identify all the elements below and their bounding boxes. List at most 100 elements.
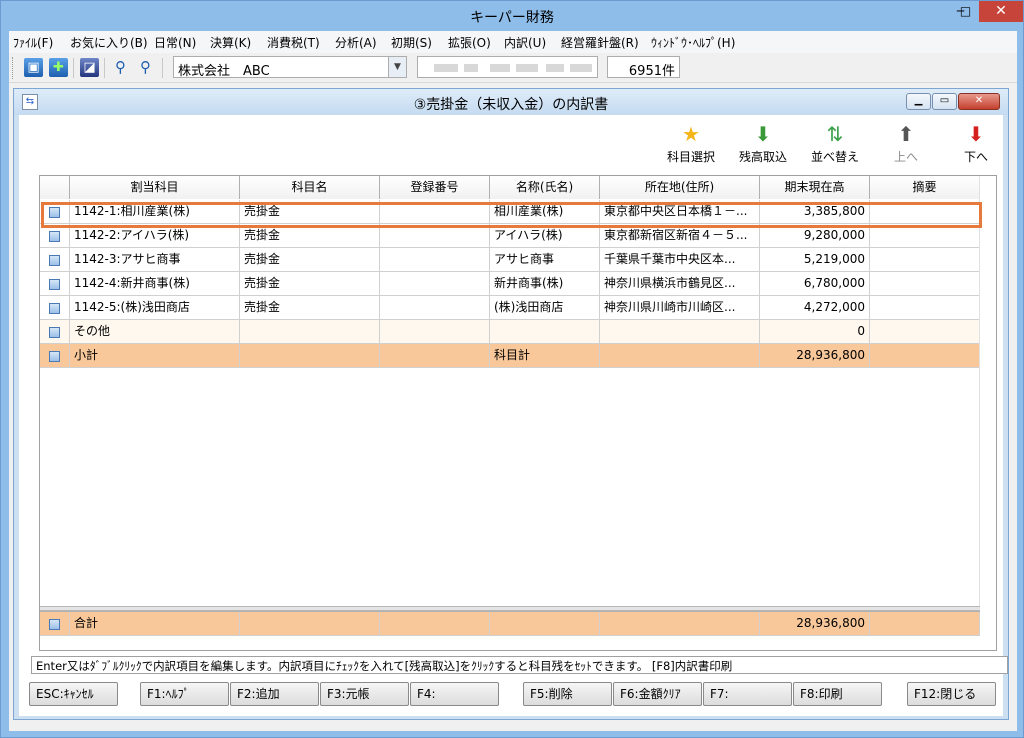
total-row[interactable]: 合計 28,936,800 xyxy=(40,611,980,636)
cell-note[interactable] xyxy=(870,344,980,368)
cell-note[interactable] xyxy=(870,224,980,248)
cell-assign[interactable]: 1142-2:アイハラ(株) xyxy=(70,224,240,248)
menu-analysis[interactable]: 分析(A) xyxy=(335,34,377,51)
cell-address[interactable]: 神奈川県川崎市川崎区... xyxy=(600,296,760,320)
row-checkbox[interactable] xyxy=(40,200,70,224)
menu-compass[interactable]: 経営羅針盤(R) xyxy=(561,34,639,51)
zoom-in-icon[interactable]: ⚲ xyxy=(111,58,130,77)
cell-subject[interactable] xyxy=(240,320,380,344)
menu-file[interactable]: ﾌｧｲﾙ(F) xyxy=(13,34,53,51)
cell-assign[interactable]: 1142-3:アサヒ商事 xyxy=(70,248,240,272)
row-checkbox[interactable] xyxy=(40,296,70,320)
table-row[interactable]: 1142-4:新井商事(株) 売掛金 新井商事(株) 神奈川県横浜市鶴見区...… xyxy=(40,272,980,296)
cell-amount[interactable]: 6,780,000 xyxy=(760,272,870,296)
menu-extend[interactable]: 拡張(O) xyxy=(448,34,491,51)
f7-button[interactable]: F7: xyxy=(703,682,792,706)
cell-amount[interactable]: 4,272,000 xyxy=(760,296,870,320)
cell-registration[interactable] xyxy=(380,272,490,296)
cell-assign[interactable]: 合計 xyxy=(70,612,240,636)
cell-registration[interactable] xyxy=(380,344,490,368)
vertical-scrollbar[interactable] xyxy=(979,176,996,616)
menu-initial[interactable]: 初期(S) xyxy=(391,34,432,51)
row-checkbox[interactable] xyxy=(40,248,70,272)
move-up-button[interactable]: ⬆ 上へ xyxy=(871,123,941,165)
menu-window-help[interactable]: ｳｨﾝﾄﾞｳ･ﾍﾙﾌﾟ(H) xyxy=(651,34,735,51)
table-row[interactable]: 1142-2:アイハラ(株) 売掛金 アイハラ(株) 東京都新宿区新宿４－５..… xyxy=(40,224,980,248)
cell-assign[interactable]: 1142-4:新井商事(株) xyxy=(70,272,240,296)
company-select[interactable]: 株式会社 ABC ▼ xyxy=(173,56,407,79)
cell-subject[interactable]: 売掛金 xyxy=(240,296,380,320)
menu-closing[interactable]: 決算(K) xyxy=(210,34,251,51)
table-row[interactable]: 1142-1:相川産業(株) 売掛金 相川産業(株) 東京都中央区日本橋１－..… xyxy=(40,200,980,224)
cell-note[interactable] xyxy=(870,296,980,320)
f6-clear-amount-button[interactable]: F6:金額ｸﾘｱ xyxy=(613,682,702,706)
cell-amount[interactable]: 0 xyxy=(760,320,870,344)
cell-note[interactable] xyxy=(870,248,980,272)
cell-note[interactable] xyxy=(870,200,980,224)
other-row[interactable]: その他 0 xyxy=(40,320,980,344)
row-checkbox[interactable] xyxy=(40,224,70,248)
cell-registration[interactable] xyxy=(380,224,490,248)
col-check[interactable] xyxy=(40,176,70,199)
col-amount[interactable]: 期末現在高 xyxy=(760,176,870,199)
col-assign[interactable]: 割当科目 xyxy=(70,176,240,199)
cell-address[interactable]: 神奈川県横浜市鶴見区... xyxy=(600,272,760,296)
cell-address[interactable] xyxy=(600,320,760,344)
cell-address[interactable]: 東京都中央区日本橋１－... xyxy=(600,200,760,224)
cell-amount[interactable]: 3,385,800 xyxy=(760,200,870,224)
cell-name[interactable]: アサヒ商事 xyxy=(490,248,600,272)
cell-name[interactable]: 相川産業(株) xyxy=(490,200,600,224)
child-close-button[interactable]: ✕ xyxy=(958,93,1000,110)
cell-name[interactable] xyxy=(490,320,600,344)
cell-address[interactable] xyxy=(600,612,760,636)
cell-subject[interactable]: 売掛金 xyxy=(240,224,380,248)
import-balance-button[interactable]: ⬇ 残高取込 xyxy=(728,123,798,165)
cell-note[interactable] xyxy=(870,320,980,344)
row-checkbox[interactable] xyxy=(40,612,70,636)
cell-address[interactable] xyxy=(600,344,760,368)
cell-subject[interactable]: 売掛金 xyxy=(240,200,380,224)
col-name[interactable]: 名称(氏名) xyxy=(490,176,600,199)
chevron-down-icon[interactable]: ▼ xyxy=(388,57,406,77)
col-registration[interactable]: 登録番号 xyxy=(380,176,490,199)
row-checkbox[interactable] xyxy=(40,344,70,368)
f2-add-button[interactable]: F2:追加 xyxy=(230,682,319,706)
esc-cancel-button[interactable]: ESC:ｷｬﾝｾﾙ xyxy=(29,682,118,706)
child-restore-button[interactable]: ▭ xyxy=(932,93,957,110)
f4-button[interactable]: F4: xyxy=(410,682,499,706)
f8-print-button[interactable]: F8:印刷 xyxy=(793,682,882,706)
cell-name[interactable]: (株)浅田商店 xyxy=(490,296,600,320)
f5-delete-button[interactable]: F5:削除 xyxy=(523,682,612,706)
cell-assign[interactable]: 1142-1:相川産業(株) xyxy=(70,200,240,224)
cell-name[interactable]: アイハラ(株) xyxy=(490,224,600,248)
cell-subject[interactable] xyxy=(240,612,380,636)
menu-breakdown[interactable]: 内訳(U) xyxy=(504,34,546,51)
menu-daily[interactable]: 日常(N) xyxy=(154,34,196,51)
cell-assign[interactable]: 1142-5:(株)浅田商店 xyxy=(70,296,240,320)
screen-icon[interactable]: ▣ xyxy=(24,58,43,77)
subtotal-row[interactable]: 小計 科目計 28,936,800 xyxy=(40,344,980,368)
f12-close-button[interactable]: F12:閉じる xyxy=(907,682,996,706)
col-note[interactable]: 摘要 xyxy=(870,176,980,199)
row-checkbox[interactable] xyxy=(40,272,70,296)
cell-address[interactable]: 東京都新宿区新宿４－５... xyxy=(600,224,760,248)
col-subject[interactable]: 科目名 xyxy=(240,176,380,199)
menu-favorites[interactable]: お気に入り(B) xyxy=(70,34,148,51)
sort-button[interactable]: ⇅ 並べ替え xyxy=(800,123,870,165)
close-button[interactable]: ✕ xyxy=(979,1,1023,22)
toolbar-grip[interactable] xyxy=(12,57,15,79)
cell-registration[interactable] xyxy=(380,296,490,320)
monitor-icon[interactable]: ◪ xyxy=(80,58,99,77)
cell-note[interactable] xyxy=(870,272,980,296)
col-address[interactable]: 所在地(住所) xyxy=(600,176,760,199)
cell-address[interactable]: 千葉県千葉市中央区本... xyxy=(600,248,760,272)
table-row[interactable]: 1142-3:アサヒ商事 売掛金 アサヒ商事 千葉県千葉市中央区本... 5,2… xyxy=(40,248,980,272)
cell-amount[interactable]: 28,936,800 xyxy=(760,612,870,636)
cell-subject[interactable] xyxy=(240,344,380,368)
cell-subject[interactable]: 売掛金 xyxy=(240,272,380,296)
menu-tax[interactable]: 消費税(T) xyxy=(267,34,320,51)
cell-subject[interactable]: 売掛金 xyxy=(240,248,380,272)
cell-registration[interactable] xyxy=(380,200,490,224)
cell-note[interactable] xyxy=(870,612,980,636)
select-subject-button[interactable]: ★ 科目選択 xyxy=(656,123,726,165)
